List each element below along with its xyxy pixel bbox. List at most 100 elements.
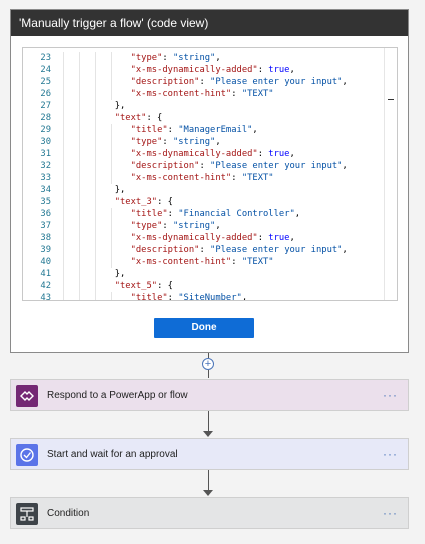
- code-line[interactable]: 34},: [23, 184, 397, 196]
- indent-guide: [94, 244, 96, 256]
- indent-guide: [78, 100, 80, 112]
- indent-guide: [78, 148, 80, 160]
- line-number: 37: [40, 221, 51, 231]
- indent-guide: [78, 292, 80, 300]
- indent-guide: [63, 184, 64, 196]
- code-line[interactable]: 42 "text_5": {: [23, 280, 397, 292]
- code-line[interactable]: 40 "x-ms-content-hint": "TEXT": [23, 256, 397, 268]
- code-line[interactable]: 35 "text_3": {: [23, 196, 397, 208]
- code-text: "x-ms-content-hint": "TEXT": [130, 89, 274, 99]
- line-number: 26: [40, 89, 51, 99]
- approval-icon: [16, 444, 38, 466]
- indent-guide: [63, 124, 64, 136]
- indent-guide: [78, 184, 80, 196]
- indent-guide: [63, 100, 64, 112]
- code-text: "description": "Please enter your input"…: [130, 77, 348, 87]
- indent-guide: [94, 136, 96, 148]
- line-number: 31: [40, 149, 51, 159]
- indent-guide: [110, 220, 112, 232]
- indent-guide: [94, 160, 96, 172]
- indent-guide: [110, 52, 112, 64]
- code-text: },: [114, 101, 126, 111]
- indent-guide: [94, 76, 96, 88]
- step-label: Condition: [47, 508, 90, 519]
- line-number: 29: [40, 125, 51, 135]
- code-text: },: [114, 185, 126, 195]
- indent-guide: [94, 196, 96, 208]
- indent-guide: [78, 64, 80, 76]
- code-editor[interactable]: 23 "type": "string", 24 "x-ms-dynamically-a…: [22, 47, 398, 301]
- line-number: 23: [40, 53, 51, 63]
- indent-guide: [110, 208, 112, 220]
- done-button[interactable]: Done: [154, 318, 254, 338]
- indent-guide: [110, 76, 112, 88]
- more-options-icon[interactable]: ···: [383, 380, 398, 410]
- code-line[interactable]: 36 "title": "Financial Controller",: [23, 208, 397, 220]
- code-text: "text": {: [114, 113, 163, 123]
- code-text: "description": "Please enter your input"…: [130, 245, 348, 255]
- indent-guide: [63, 76, 64, 88]
- indent-guide: [78, 52, 80, 64]
- card-title: 'Manually trigger a flow' (code view): [11, 10, 408, 36]
- code-line[interactable]: 30 "type": "string",: [23, 136, 397, 148]
- line-number: 42: [40, 281, 51, 291]
- step-label: Respond to a PowerApp or flow: [47, 390, 188, 401]
- code-line[interactable]: 38 "x-ms-dynamically-added": true,: [23, 232, 397, 244]
- indent-guide: [63, 232, 64, 244]
- indent-guide: [78, 256, 80, 268]
- indent-guide: [78, 196, 80, 208]
- code-line[interactable]: 33 "x-ms-content-hint": "TEXT": [23, 172, 397, 184]
- code-line[interactable]: 28 "text": {: [23, 112, 397, 124]
- line-number: 36: [40, 209, 51, 219]
- step-start-approval[interactable]: Start and wait for an approval ···: [10, 438, 409, 470]
- indent-guide: [78, 112, 80, 124]
- indent-guide: [63, 256, 64, 268]
- indent-guide: [63, 148, 64, 160]
- code-text: "text_5": {: [114, 281, 173, 291]
- code-line[interactable]: 26 "x-ms-content-hint": "TEXT": [23, 88, 397, 100]
- indent-guide: [78, 280, 80, 292]
- code-line[interactable]: 39 "description": "Please enter your inpu…: [23, 244, 397, 256]
- indent-guide: [94, 88, 96, 100]
- code-line[interactable]: 41},: [23, 268, 397, 280]
- code-line[interactable]: 25 "description": "Please enter your inpu…: [23, 76, 397, 88]
- indent-guide: [63, 172, 64, 184]
- indent-guide: [63, 244, 64, 256]
- code-text: "text_3": {: [114, 197, 173, 207]
- indent-guide: [63, 88, 64, 100]
- indent-guide: [94, 280, 96, 292]
- line-number: 25: [40, 77, 51, 87]
- code-line[interactable]: 24 "x-ms-dynamically-added": true,: [23, 64, 397, 76]
- indent-guide: [94, 52, 96, 64]
- code-line[interactable]: 32 "description": "Please enter your inpu…: [23, 160, 397, 172]
- indent-guide: [63, 268, 64, 280]
- indent-guide: [94, 148, 96, 160]
- line-number: 43: [40, 293, 51, 301]
- code-line[interactable]: 23 "type": "string",: [23, 52, 397, 64]
- indent-guide: [78, 160, 80, 172]
- step-respond-to-powerapp[interactable]: Respond to a PowerApp or flow ···: [10, 379, 409, 411]
- line-number: 38: [40, 233, 51, 243]
- line-number: 28: [40, 113, 51, 123]
- line-number: 35: [40, 197, 51, 207]
- step-condition[interactable]: Condition ···: [10, 497, 409, 529]
- line-number: 30: [40, 137, 51, 147]
- indent-guide: [63, 196, 64, 208]
- code-line[interactable]: 37 "type": "string",: [23, 220, 397, 232]
- code-line[interactable]: 29 "title": "ManagerEmail",: [23, 124, 397, 136]
- code-line[interactable]: 27},: [23, 100, 397, 112]
- code-text: "title": "SiteNumber",: [130, 293, 248, 301]
- code-line[interactable]: 31 "x-ms-dynamically-added": true,: [23, 148, 397, 160]
- code-line[interactable]: 43 "title": "SiteNumber",: [23, 292, 397, 301]
- indent-guide: [94, 64, 96, 76]
- indent-guide: [110, 232, 112, 244]
- indent-guide: [78, 136, 80, 148]
- more-options-icon[interactable]: ···: [383, 498, 398, 528]
- indent-guide: [63, 280, 64, 292]
- more-options-icon[interactable]: ···: [383, 439, 398, 469]
- condition-icon: [16, 503, 38, 525]
- code-text: "type": "string",: [130, 137, 221, 147]
- insert-step-icon[interactable]: +: [202, 358, 214, 370]
- indent-guide: [78, 220, 80, 232]
- line-number: 27: [40, 101, 51, 111]
